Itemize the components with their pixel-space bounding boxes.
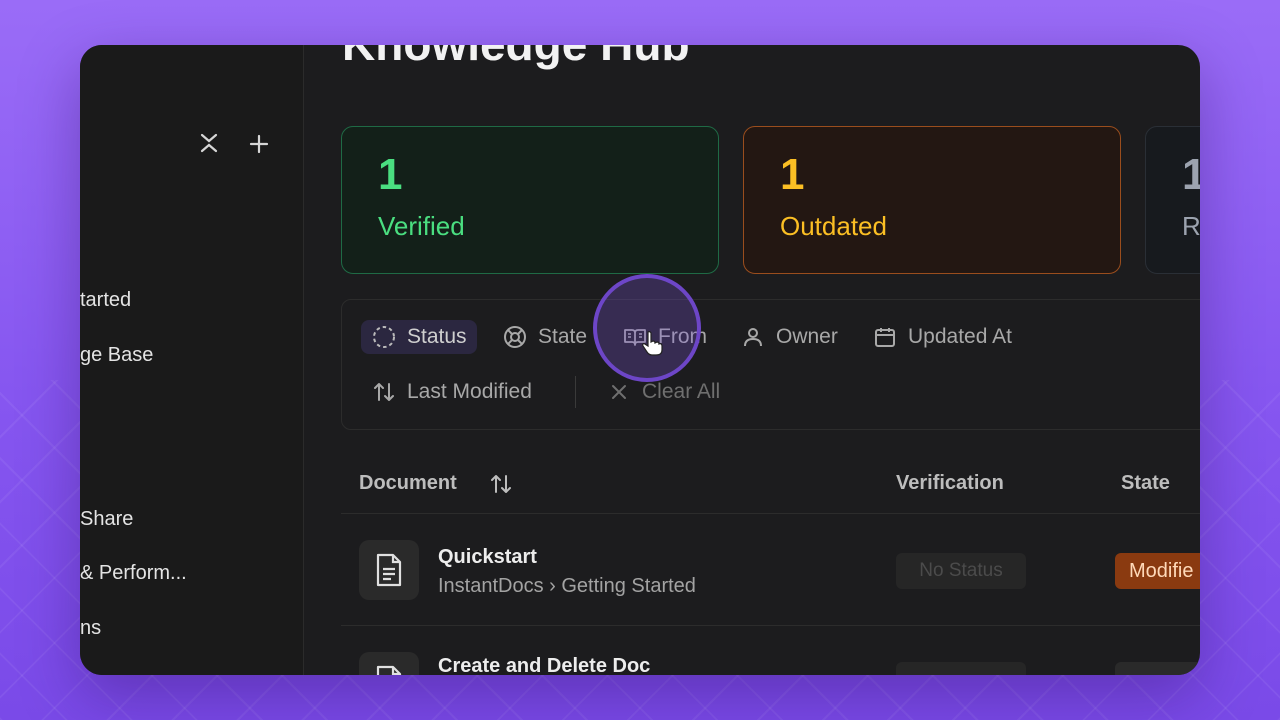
filter-state-label: State: [538, 325, 588, 348]
column-state[interactable]: State: [1121, 472, 1170, 495]
filter-owner-label: Owner: [776, 325, 838, 348]
document-icon: [359, 540, 419, 600]
state-badge[interactable]: Modifie: [1115, 553, 1200, 589]
verification-badge[interactable]: No Status: [896, 553, 1026, 589]
close-icon: [606, 379, 632, 405]
document-title[interactable]: Create and Delete Doc: [438, 655, 650, 675]
sidebar-item-integrations[interactable]: ns: [80, 617, 101, 640]
filter-owner[interactable]: Owner: [740, 324, 838, 350]
sort-arrows-icon[interactable]: [489, 472, 513, 501]
sort-last-modified-label: Last Modified: [407, 380, 532, 403]
collapse-icon[interactable]: [196, 131, 222, 162]
calendar-icon: [872, 324, 898, 350]
sidebar-item-knowledge-base[interactable]: ge Base: [80, 344, 153, 367]
filter-status-label: Status: [407, 325, 467, 348]
sort-last-modified[interactable]: Last Modified: [371, 379, 532, 405]
clear-all-button[interactable]: Clear All: [606, 379, 720, 405]
stat-count: 1: [1182, 150, 1200, 199]
sidebar: tarted ge Base Share & Perform... ns: [80, 45, 304, 675]
filter-divider: [575, 376, 576, 408]
sidebar-tools: [196, 131, 272, 162]
table-row[interactable]: Quickstart InstantDocs › Getting Started…: [341, 515, 1200, 626]
column-document-label: Document: [359, 472, 457, 494]
filter-bar: Status State From Owner Updated At Last …: [341, 299, 1200, 430]
stat-count: 1: [378, 150, 403, 199]
stat-label: Outdated: [780, 211, 887, 241]
table-header: Document Verification State: [341, 450, 1200, 514]
stat-label: R: [1182, 211, 1200, 241]
stat-card-outdated[interactable]: 1 Outdated: [743, 126, 1121, 274]
table-row[interactable]: Create and Delete Doc: [341, 627, 1200, 675]
document-title[interactable]: Quickstart: [438, 546, 537, 569]
state-badge[interactable]: [1115, 662, 1200, 675]
clear-all-label: Clear All: [642, 380, 721, 403]
dashed-circle-icon: [371, 324, 397, 350]
sort-arrows-icon: [371, 379, 397, 405]
app-window: tarted ge Base Share & Perform... ns Kno…: [80, 45, 1200, 675]
sidebar-item-getting-started[interactable]: tarted: [80, 289, 131, 312]
hand-cursor-icon: [641, 330, 663, 361]
filter-state[interactable]: State: [502, 324, 587, 350]
verification-badge[interactable]: [896, 662, 1026, 675]
filter-updated-at[interactable]: Updated At: [872, 324, 1012, 350]
document-icon: [359, 652, 419, 675]
document-path: InstantDocs › Getting Started: [438, 575, 696, 597]
column-verification[interactable]: Verification: [896, 472, 1004, 495]
main-content: Knowledge Hub 1 Verified 1 Outdated 1 R …: [304, 45, 1200, 675]
user-icon: [740, 324, 766, 350]
plus-icon[interactable]: [246, 133, 272, 161]
filter-status[interactable]: Status: [361, 320, 477, 354]
stat-count: 1: [780, 150, 805, 199]
sidebar-item-performance[interactable]: & Perform...: [80, 562, 187, 585]
column-document[interactable]: Document: [359, 472, 457, 495]
stat-card-verified[interactable]: 1 Verified: [341, 126, 719, 274]
stat-card-review[interactable]: 1 R: [1145, 126, 1200, 274]
stat-label: Verified: [378, 211, 465, 241]
sidebar-item-share[interactable]: Share: [80, 508, 133, 531]
page-title: Knowledge Hub: [342, 45, 690, 71]
filter-updated-at-label: Updated At: [908, 325, 1012, 348]
lifebuoy-icon: [502, 324, 528, 350]
click-highlight: [593, 274, 701, 382]
